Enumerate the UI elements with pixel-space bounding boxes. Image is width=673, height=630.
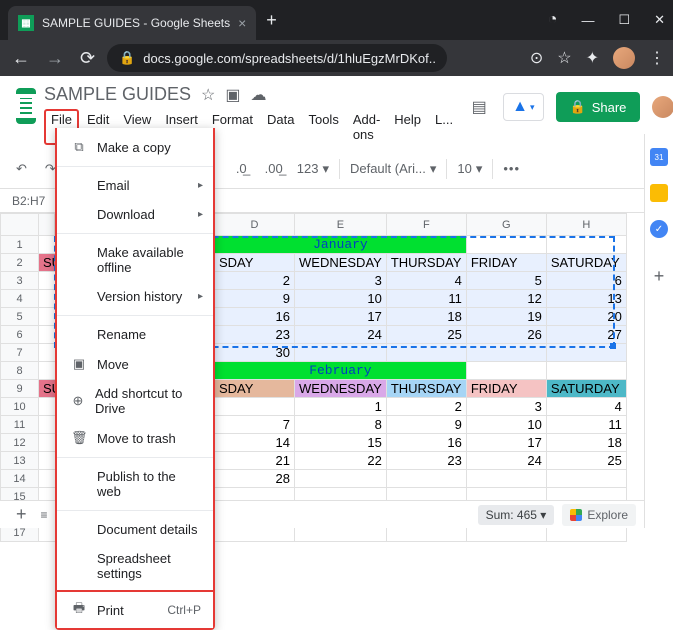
keep-addon-icon[interactable] xyxy=(650,184,668,202)
menu-version-history[interactable]: Version history xyxy=(57,282,213,311)
folder-move-icon: ▣ xyxy=(71,356,87,372)
file-menu-dropdown: ⧉Make a copy Email Download Make availab… xyxy=(55,128,215,630)
incognito-icon: ◔ xyxy=(548,11,558,29)
menu-help[interactable]: Help xyxy=(388,109,427,145)
tab-title: SAMPLE GUIDES - Google Sheets xyxy=(42,16,230,30)
trash-icon: 🗑 xyxy=(71,430,87,446)
decrease-decimal[interactable]: .0̲ xyxy=(232,159,251,178)
extension-icon[interactable]: ✦ xyxy=(586,48,599,68)
menu-make-copy[interactable]: ⧉Make a copy xyxy=(57,132,213,162)
browser-toolbar: ← → ⟳ 🔒 docs.google.com/spreadsheets/d/1… xyxy=(0,40,673,76)
star-icon[interactable]: ☆ xyxy=(557,48,571,68)
lock-icon: 🔒 xyxy=(570,99,586,115)
comments-icon[interactable]: ▤ xyxy=(467,95,491,119)
zoom-select[interactable]: 123 ▾ xyxy=(297,161,329,177)
addons-plus-icon[interactable]: + xyxy=(654,266,665,287)
new-tab-button[interactable]: + xyxy=(266,10,277,31)
font-size[interactable]: 10 ▾ xyxy=(457,161,482,177)
tasks-addon-icon[interactable] xyxy=(650,220,668,238)
lock-icon: 🔒 xyxy=(119,50,135,66)
window-close[interactable]: ✕ xyxy=(654,12,665,28)
shortcut-icon: ⊕ xyxy=(71,393,85,409)
undo-button[interactable]: ↶ xyxy=(12,159,31,179)
menu-trash[interactable]: 🗑Move to trash xyxy=(57,423,213,453)
menu-offline[interactable]: Make available offline xyxy=(57,238,213,282)
menu-publish[interactable]: Publish to the web xyxy=(57,462,213,506)
sheets-favicon: ▦ xyxy=(18,15,34,31)
all-sheets-button[interactable]: ≡ xyxy=(35,508,54,522)
menu-details[interactable]: Document details xyxy=(57,515,213,544)
share-label: Share xyxy=(592,100,627,115)
menu-add-shortcut[interactable]: ⊕Add shortcut to Drive xyxy=(57,379,213,423)
nav-back[interactable]: ← xyxy=(8,44,34,73)
address-bar[interactable]: 🔒 docs.google.com/spreadsheets/d/1hluEgz… xyxy=(107,44,447,72)
month-header-february[interactable]: February xyxy=(215,362,467,380)
menu-email[interactable]: Email xyxy=(57,171,213,200)
explore-icon xyxy=(570,509,582,521)
move-folder-icon[interactable]: ▣ xyxy=(225,85,240,105)
increase-decimal[interactable]: .00̲ xyxy=(261,159,287,178)
menu-data[interactable]: Data xyxy=(261,109,300,145)
window-minimize[interactable]: — xyxy=(581,13,594,28)
account-avatar[interactable] xyxy=(652,96,673,118)
copy-icon: ⧉ xyxy=(71,139,87,155)
explore-button[interactable]: Explore xyxy=(562,504,636,526)
menu-rename[interactable]: Rename xyxy=(57,320,213,349)
menu-print[interactable]: 🖶PrintCtrl+P xyxy=(57,590,213,628)
browser-tab-strip: ▦ SAMPLE GUIDES - Google Sheets × + ◔ — … xyxy=(0,0,673,40)
url-text: docs.google.com/spreadsheets/d/1hluEgzMr… xyxy=(143,51,435,66)
print-icon: 🖶 xyxy=(71,599,87,621)
sum-display[interactable]: Sum: 465 ▾ xyxy=(478,505,555,525)
browser-tab[interactable]: ▦ SAMPLE GUIDES - Google Sheets × xyxy=(8,6,256,40)
print-shortcut: Ctrl+P xyxy=(167,603,201,617)
profile-avatar[interactable] xyxy=(613,47,635,69)
present-button[interactable]: ▲▾ xyxy=(503,93,543,121)
menu-settings[interactable]: Spreadsheet settings xyxy=(57,544,213,588)
menu-tools[interactable]: Tools xyxy=(302,109,344,145)
star-outline-icon[interactable]: ☆ xyxy=(201,85,215,105)
calendar-addon-icon[interactable] xyxy=(650,148,668,166)
toolbar-more[interactable]: ••• xyxy=(503,161,520,176)
month-header-january[interactable]: January xyxy=(215,236,467,254)
menu-download[interactable]: Download xyxy=(57,200,213,229)
nav-reload[interactable]: ⟳ xyxy=(76,44,99,73)
sheets-logo[interactable] xyxy=(16,88,36,124)
cloud-status-icon[interactable]: ☁ xyxy=(251,85,267,105)
tab-close-icon[interactable]: × xyxy=(238,15,246,31)
menu-move[interactable]: ▣Move xyxy=(57,349,213,379)
browser-menu-icon[interactable]: ⋮ xyxy=(649,48,665,68)
font-select[interactable]: Default (Ari... ▾ xyxy=(350,161,436,177)
search-icon[interactable]: ⊙ xyxy=(530,48,543,68)
menu-more[interactable]: L... xyxy=(429,109,459,145)
window-maximize[interactable]: ☐ xyxy=(618,12,630,28)
side-panel: + xyxy=(644,134,673,528)
document-title[interactable]: SAMPLE GUIDES xyxy=(44,84,191,105)
add-sheet-button[interactable]: + xyxy=(8,504,35,525)
menu-addons[interactable]: Add-ons xyxy=(347,109,386,145)
share-button[interactable]: 🔒 Share xyxy=(556,92,641,122)
nav-forward[interactable]: → xyxy=(42,44,68,73)
